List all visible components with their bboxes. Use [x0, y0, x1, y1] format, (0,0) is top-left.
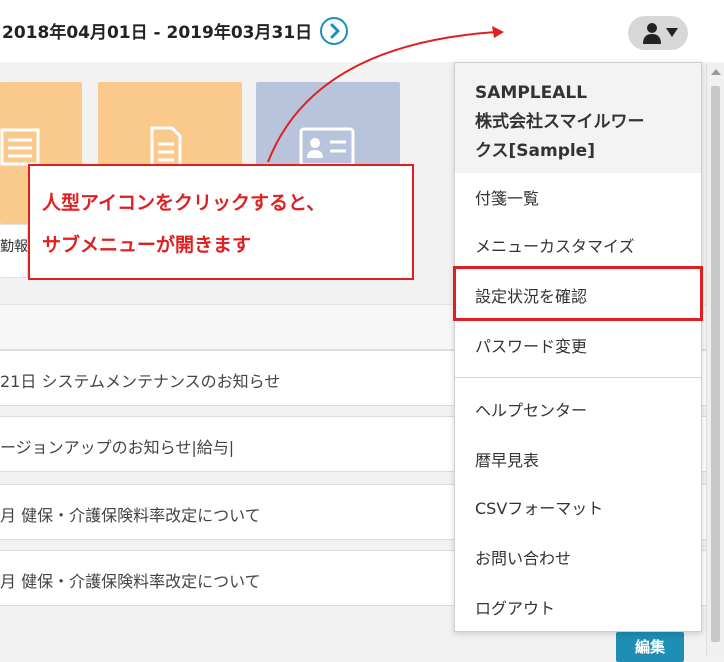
annotation-arrow — [267, 26, 504, 163]
callout-line-2: サブメニューが開きます — [42, 234, 252, 256]
callout-line-1: 人型アイコンをクリックすると、 — [42, 192, 326, 214]
annotation-callout: 人型アイコンをクリックすると、 サブメニューが開きます — [28, 164, 414, 280]
